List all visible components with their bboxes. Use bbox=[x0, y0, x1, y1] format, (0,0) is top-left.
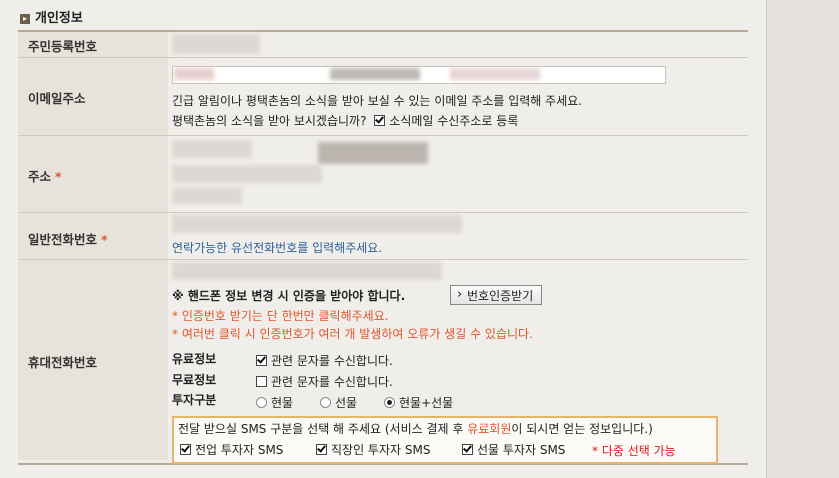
mobile-change-notice: ※ 핸드폰 정보 변경 시 인증을 받아야 합니다. bbox=[172, 289, 406, 303]
address-line-redacted bbox=[318, 142, 428, 164]
right-background-band bbox=[766, 0, 839, 478]
mobile-warning-once: * 인증번호 받기는 단 한번만 클릭해주세요. bbox=[172, 309, 389, 323]
paid-info-option: 관련 문자를 수신합니다. bbox=[256, 352, 393, 369]
email-input-redacted bbox=[450, 68, 540, 80]
row-divider bbox=[18, 212, 748, 213]
sms-fulltime-checkbox[interactable] bbox=[180, 444, 191, 455]
investor-radio-spot[interactable] bbox=[256, 397, 267, 408]
email-input-redacted bbox=[330, 68, 420, 80]
section-bullet-icon: ▸ bbox=[20, 14, 30, 24]
investor-radio-futures[interactable] bbox=[320, 397, 331, 408]
sms-multi-select-note: * 다중 선택 가능 bbox=[592, 444, 676, 458]
resident-number-label: 주민등록번호 bbox=[28, 39, 98, 54]
row-divider bbox=[18, 135, 748, 136]
investor-option-spot[interactable]: 현물 bbox=[256, 394, 293, 411]
investor-type-label: 투자구분 bbox=[172, 393, 217, 407]
email-subscribe-question: 평택촌놈의 소식을 받아 보시겠습니까? bbox=[172, 114, 367, 128]
email-input-redacted bbox=[174, 68, 214, 80]
investor-option-futures[interactable]: 선물 bbox=[320, 394, 357, 411]
row-divider bbox=[18, 259, 748, 260]
phone-help-text: 연락가능한 유선전화번호를 입력해주세요. bbox=[172, 241, 383, 255]
address-label: 주소 * bbox=[28, 169, 62, 184]
phone-input-redacted bbox=[172, 215, 462, 233]
sms-selection-instruction: 전달 받으실 SMS 구분을 선택 해 주세요 (서비스 결제 후 유료회원이 … bbox=[178, 422, 653, 436]
paid-info-checkbox[interactable] bbox=[256, 355, 267, 366]
investor-option-both[interactable]: 현물+선물 bbox=[384, 394, 453, 411]
email-help-text: 긴급 알림이나 평택촌놈의 소식을 받아 보실 수 있는 이메일 주소를 입력해… bbox=[172, 94, 583, 108]
email-label: 이메일주소 bbox=[28, 91, 86, 106]
sms-futures-checkbox[interactable] bbox=[462, 444, 473, 455]
address-zipcode-redacted bbox=[172, 140, 252, 158]
resident-number-value bbox=[172, 34, 260, 54]
mobile-warning-multiple: * 여러번 클릭 시 인증번호가 여러 개 발생하여 오류가 생길 수 있습니다… bbox=[172, 327, 533, 341]
investor-radio-both[interactable] bbox=[384, 397, 395, 408]
paid-info-label: 유료정보 bbox=[172, 352, 217, 366]
address-line-redacted bbox=[172, 165, 322, 183]
sms-option-futures[interactable]: 선물 투자자 SMS bbox=[462, 441, 565, 458]
free-info-option: 관련 문자를 수신합니다. bbox=[256, 373, 393, 390]
sms-worker-checkbox[interactable] bbox=[316, 444, 327, 455]
email-subscribe-checkbox[interactable] bbox=[374, 115, 386, 126]
row-divider bbox=[18, 57, 748, 58]
sms-option-worker[interactable]: 직장인 투자자 SMS bbox=[316, 441, 430, 458]
mobile-input-redacted bbox=[172, 262, 442, 280]
email-subscribe-checkbox-label: 소식메일 수신주소로 등록 bbox=[389, 114, 519, 128]
free-info-label: 무료정보 bbox=[172, 373, 217, 387]
free-info-checkbox[interactable] bbox=[256, 376, 267, 387]
address-line-redacted bbox=[172, 188, 242, 204]
phone-label: 일반전화번호 * bbox=[28, 232, 108, 247]
sms-option-fulltime[interactable]: 전업 투자자 SMS bbox=[180, 441, 283, 458]
section-title: ▸ 개인정보 bbox=[20, 7, 83, 26]
verify-number-button[interactable]: 번호인증받기 bbox=[450, 285, 543, 305]
mobile-label: 휴대전화번호 bbox=[28, 355, 98, 370]
email-subscribe-row: 평택촌놈의 소식을 받아 보시겠습니까? 소식메일 수신주소로 등록 bbox=[172, 112, 518, 129]
